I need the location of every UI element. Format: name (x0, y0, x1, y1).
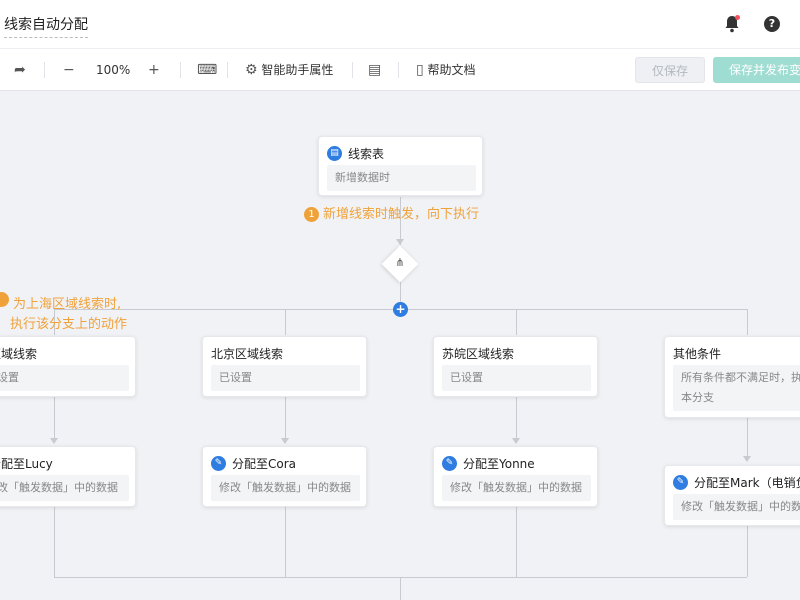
connector-arrow (396, 239, 404, 245)
action-title: 分配至Yonne (463, 456, 535, 471)
zoom-in-icon[interactable]: + (148, 49, 160, 91)
branch-annotation-text-1: 为上海区域线索时, (13, 297, 122, 312)
branch-annotation-text-2: 执行该分支上的动作 (10, 317, 128, 332)
condition-desc-line2: 本分支 (681, 391, 714, 404)
divider (44, 62, 45, 78)
divider (227, 62, 228, 78)
connector (285, 397, 286, 441)
action-title: 分配至Cora (232, 456, 297, 471)
divider (180, 62, 181, 78)
action-desc: 修改「触发数据」中的数据 (211, 475, 360, 501)
connector-arrow (743, 456, 751, 462)
action-card[interactable]: ✎ 分配至Mark（电销负 修改「触发数据」中的数据 (664, 465, 800, 526)
condition-title: 北京区域线索 (211, 346, 284, 361)
connector (516, 507, 517, 577)
connector (285, 507, 286, 577)
condition-desc: 已设置 (211, 365, 360, 391)
action-desc: 改「触发数据」中的数据 (0, 475, 129, 501)
connector (285, 309, 286, 335)
form-icon: ▤ (327, 145, 342, 161)
action-header: 分配至Lucy (0, 454, 53, 472)
branch-condition-card[interactable]: 区域线索 设置 (0, 336, 136, 397)
branch-icon: ⋔ (395, 256, 405, 269)
condition-title: 苏皖区域线索 (442, 346, 515, 361)
add-branch-button[interactable]: + (393, 302, 408, 317)
notification-dot (735, 15, 740, 20)
save-publish-button[interactable]: 保存并发布变 (713, 57, 800, 83)
notification-bell-icon[interactable] (724, 15, 740, 33)
help-docs-button[interactable]: ▯ 帮助文档 (416, 49, 476, 91)
branch-condition-card-other[interactable]: 其他条件 所有条件都不满足时，执 本分支 (664, 336, 800, 418)
connector (516, 397, 517, 441)
action-desc: 修改「触发数据」中的数据 (442, 475, 591, 501)
action-header: ✎ 分配至Yonne (442, 454, 535, 472)
trigger-node-title: 线索表 (348, 146, 385, 161)
connector (747, 418, 748, 460)
divider (352, 62, 353, 78)
assistant-properties-label: 智能助手属性 (261, 63, 334, 77)
save-only-button[interactable]: 仅保存 (635, 57, 705, 83)
help-docs-label: 帮助文档 (427, 63, 476, 77)
connector (54, 507, 55, 577)
edit-icon: ✎ (442, 455, 457, 471)
action-desc: 修改「触发数据」中的数据 (673, 494, 800, 520)
book-icon: ▯ (416, 62, 424, 78)
zoom-level: 100% (96, 63, 131, 77)
redo-icon[interactable]: ➦ (14, 49, 26, 91)
connector-arrow (281, 438, 289, 444)
branch-annotation: 为上海区域线索时, 执行该分支上的动作 (0, 292, 127, 335)
annotation-number-icon (0, 292, 9, 307)
trigger-annotation-text: 新增线索时触发，向下执行 (323, 207, 480, 222)
condition-title: 区域线索 (0, 346, 38, 361)
divider (398, 62, 399, 78)
help-icon[interactable]: ? (764, 16, 780, 32)
connector-arrow (50, 438, 58, 444)
branch-annotation-line1: 为上海区域线索时, (0, 292, 127, 315)
annotation-number: 1 (304, 207, 319, 222)
action-header: ✎ 分配至Mark（电销负 (673, 473, 800, 491)
action-card[interactable]: ✎ 分配至Cora 修改「触发数据」中的数据 (202, 446, 367, 507)
keyboard-icon[interactable]: ⌨ (197, 49, 217, 91)
connector (54, 397, 55, 441)
connector (400, 577, 401, 600)
connector (516, 309, 517, 335)
flow-canvas[interactable]: ▤ 线索表 新增数据时 1 新增线索时触发，向下执行 ⋔ + 为上海区域线索时, 执… (0, 92, 800, 600)
action-card[interactable]: 分配至Lucy 改「触发数据」中的数据 (0, 446, 136, 507)
assistant-properties-button[interactable]: ⚙ 智能助手属性 (245, 49, 333, 91)
action-card[interactable]: ✎ 分配至Yonne 修改「触发数据」中的数据 (433, 446, 598, 507)
condition-desc: 所有条件都不满足时，执 本分支 (673, 365, 800, 411)
edit-icon: ✎ (673, 474, 688, 490)
condition-desc: 已设置 (442, 365, 591, 391)
action-title: 分配至Lucy (0, 456, 53, 471)
zoom-out-icon[interactable]: − (63, 49, 75, 91)
page-title[interactable]: 线索自动分配 (4, 14, 88, 38)
branch-condition-card[interactable]: 苏皖区域线索 已设置 (433, 336, 598, 397)
connector-arrow (512, 438, 520, 444)
condition-desc: 设置 (0, 365, 129, 391)
action-header: ✎ 分配至Cora (211, 454, 296, 472)
condition-desc-line1: 所有条件都不满足时，执 (681, 371, 800, 384)
connector (747, 526, 748, 577)
trigger-node-header: ▤ 线索表 (327, 144, 384, 162)
action-title: 分配至Mark（电销负 (694, 475, 800, 490)
gear-icon: ⚙ (245, 62, 258, 78)
document-icon[interactable]: ▤ (368, 49, 381, 91)
trigger-annotation: 1 新增线索时触发，向下执行 (304, 203, 479, 222)
top-header: 线索自动分配 ? (0, 0, 800, 49)
connector (747, 309, 748, 335)
edit-icon: ✎ (211, 455, 226, 471)
branch-condition-card[interactable]: 北京区域线索 已设置 (202, 336, 367, 397)
condition-title: 其他条件 (673, 346, 722, 361)
trigger-node-desc: 新增数据时 (327, 165, 476, 191)
branch-annotation-line2: 执行该分支上的动作 (0, 315, 127, 335)
trigger-node[interactable]: ▤ 线索表 新增数据时 (318, 136, 483, 196)
